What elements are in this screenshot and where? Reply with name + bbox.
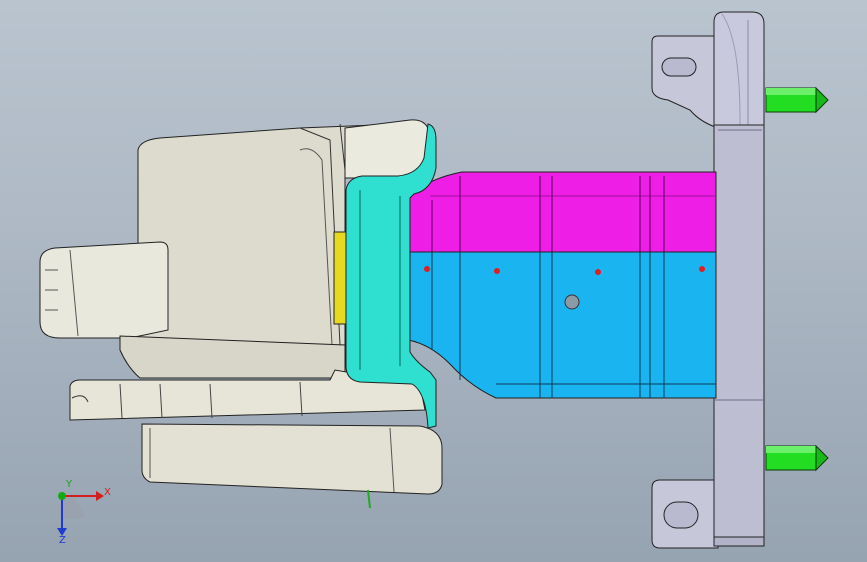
3d-model-view[interactable] <box>0 0 867 562</box>
coordinate-triad: X Y Z <box>40 478 120 548</box>
insert-block[interactable] <box>333 231 347 325</box>
product-shell-blue[interactable] <box>407 251 717 399</box>
graphics-viewport[interactable]: X Y Z <box>0 0 867 562</box>
guide-pin-bottom[interactable] <box>765 444 829 472</box>
x-axis-label: X <box>104 487 111 498</box>
guide-pin-top[interactable] <box>765 86 829 114</box>
product-shell-magenta[interactable] <box>407 171 717 253</box>
y-axis-label: Y <box>66 479 73 490</box>
z-axis-label: Z <box>59 535 66 546</box>
y-axis <box>58 492 66 500</box>
